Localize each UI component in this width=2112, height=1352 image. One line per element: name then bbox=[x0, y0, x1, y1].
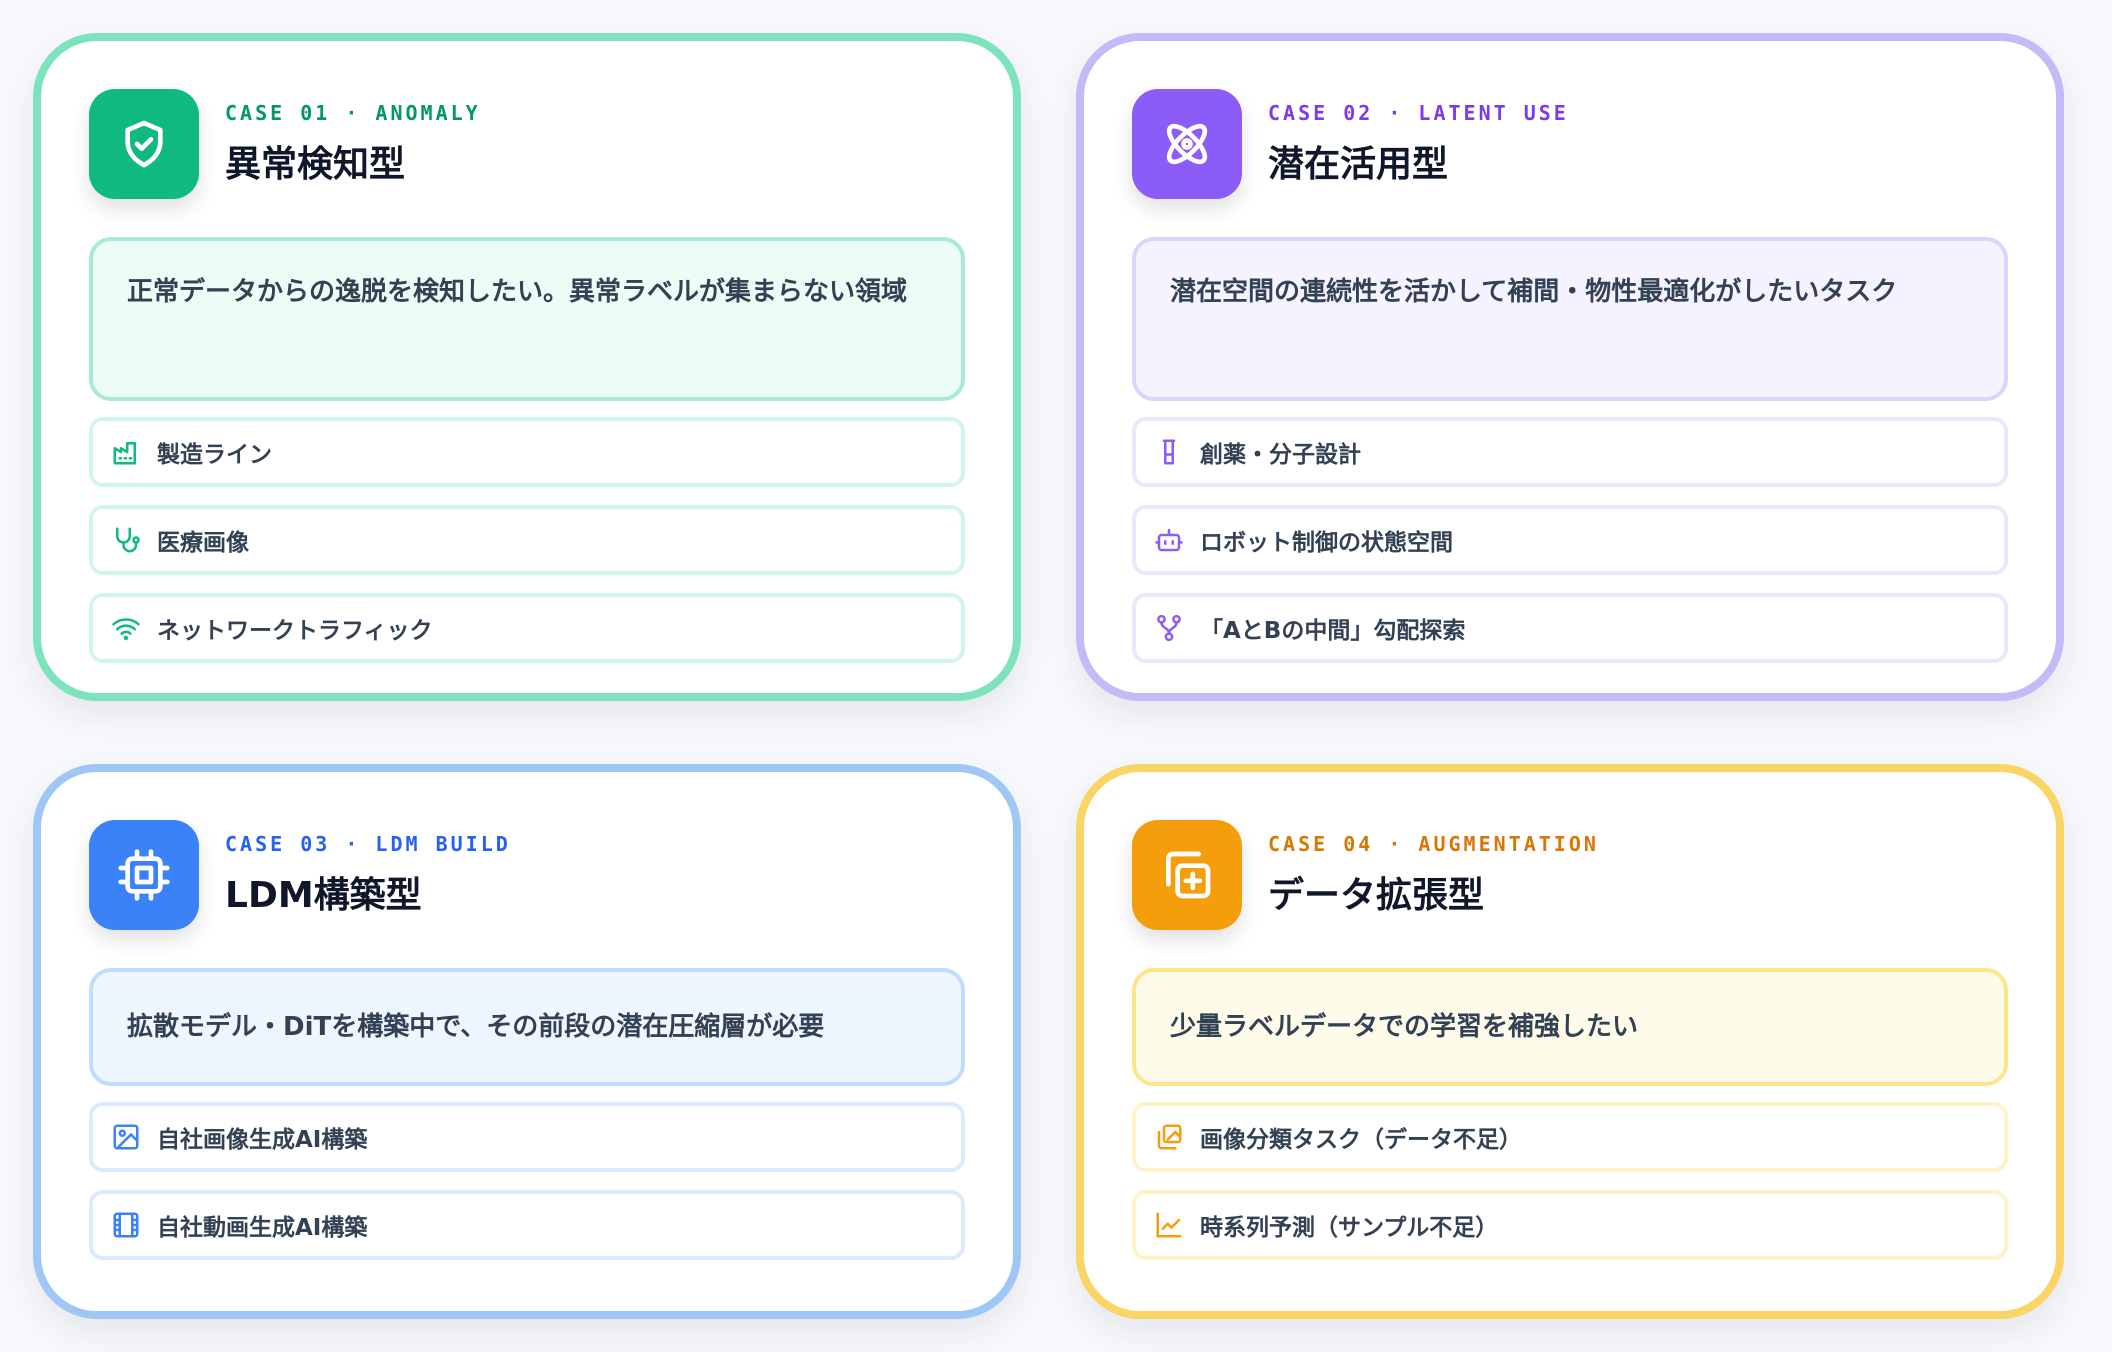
case-description: 正常データからの逸脱を検知したい。異常ラベルが集まらない領域 bbox=[89, 237, 965, 401]
image-icon bbox=[111, 1122, 141, 1152]
case-description: 潜在空間の連続性を活かして補間・物性最適化がしたいタスク bbox=[1132, 237, 2008, 401]
use-case-list: 自社画像生成AI構築 自社動画生成AI構築 bbox=[89, 1102, 965, 1278]
wifi-icon bbox=[111, 613, 141, 643]
use-case-item: 「AとBの中間」勾配探索 bbox=[1132, 593, 2008, 663]
case-title: 潜在活用型 bbox=[1268, 144, 1449, 185]
use-case-item: 創薬・分子設計 bbox=[1132, 417, 2008, 487]
case-card-latent: CASE 02 · LATENT USE 潜在活用型 潜在空間の連続性を活かして… bbox=[1076, 33, 2064, 701]
use-case-item: ロボット制御の状態空間 bbox=[1132, 505, 2008, 575]
card-header: CASE 01 · ANOMALY 異常検知型 bbox=[89, 89, 481, 199]
use-case-label: 画像分類タスク（データ不足） bbox=[1200, 1127, 1522, 1153]
robot-icon bbox=[1154, 525, 1184, 555]
use-case-label: 時系列予測（サンプル不足） bbox=[1200, 1215, 1499, 1241]
use-case-list: 創薬・分子設計 ロボット制御の状態空間 「AとBの中間」勾配探索 bbox=[1132, 417, 2008, 681]
card-header: CASE 02 · LATENT USE 潜在活用型 bbox=[1132, 89, 1569, 199]
use-case-label: 創薬・分子設計 bbox=[1200, 442, 1361, 468]
use-case-item: 医療画像 bbox=[89, 505, 965, 575]
case-kicker: CASE 04 · AUGMENTATION bbox=[1268, 832, 1599, 856]
card-header: CASE 04 · AUGMENTATION データ拡張型 bbox=[1132, 820, 1599, 930]
use-case-list: 画像分類タスク（データ不足） 時系列予測（サンプル不足） bbox=[1132, 1102, 2008, 1278]
stethoscope-icon bbox=[111, 525, 141, 555]
case-card-augmentation: CASE 04 · AUGMENTATION データ拡張型 少量ラベルデータでの… bbox=[1076, 764, 2064, 1319]
line-chart-icon bbox=[1154, 1210, 1184, 1240]
use-case-label: 医療画像 bbox=[157, 530, 249, 556]
use-case-label: 「AとBの中間」勾配探索 bbox=[1200, 618, 1466, 644]
case-kicker: CASE 03 · LDM BUILD bbox=[225, 832, 511, 856]
case-description: 少量ラベルデータでの学習を補強したい bbox=[1132, 968, 2008, 1086]
case-card-ldm-build: CASE 03 · LDM BUILD LDM構築型 拡散モデル・DiTを構築中… bbox=[33, 764, 1021, 1319]
shield-check-icon bbox=[89, 89, 199, 199]
atom-icon bbox=[1132, 89, 1242, 199]
case-description: 拡散モデル・DiTを構築中で、その前段の潜在圧縮層が必要 bbox=[89, 968, 965, 1086]
case-kicker: CASE 01 · ANOMALY bbox=[225, 101, 481, 125]
case-title: LDM構築型 bbox=[225, 875, 422, 916]
use-case-label: 自社動画生成AI構築 bbox=[157, 1215, 368, 1241]
case-card-anomaly: CASE 01 · ANOMALY 異常検知型 正常データからの逸脱を検知したい… bbox=[33, 33, 1021, 701]
case-title: データ拡張型 bbox=[1268, 875, 1485, 916]
use-case-label: ネットワークトラフィック bbox=[157, 618, 433, 644]
case-grid: CASE 01 · ANOMALY 異常検知型 正常データからの逸脱を検知したい… bbox=[0, 0, 2112, 1352]
use-case-label: 製造ライン bbox=[157, 442, 272, 468]
use-case-item: 画像分類タスク（データ不足） bbox=[1132, 1102, 2008, 1172]
images-icon bbox=[1154, 1122, 1184, 1152]
flask-icon bbox=[1154, 437, 1184, 467]
use-case-item: 時系列予測（サンプル不足） bbox=[1132, 1190, 2008, 1260]
chip-icon bbox=[89, 820, 199, 930]
use-case-item: 製造ライン bbox=[89, 417, 965, 487]
case-title: 異常検知型 bbox=[225, 144, 406, 185]
use-case-label: ロボット制御の状態空間 bbox=[1200, 530, 1453, 556]
use-case-list: 製造ライン 医療画像 ネットワークトラフィック bbox=[89, 417, 965, 681]
use-case-item: ネットワークトラフィック bbox=[89, 593, 965, 663]
git-merge-icon bbox=[1154, 613, 1184, 643]
use-case-item: 自社画像生成AI構築 bbox=[89, 1102, 965, 1172]
factory-icon bbox=[111, 437, 141, 467]
card-header: CASE 03 · LDM BUILD LDM構築型 bbox=[89, 820, 511, 930]
use-case-label: 自社画像生成AI構築 bbox=[157, 1127, 368, 1153]
copy-plus-icon bbox=[1132, 820, 1242, 930]
film-icon bbox=[111, 1210, 141, 1240]
use-case-item: 自社動画生成AI構築 bbox=[89, 1190, 965, 1260]
case-kicker: CASE 02 · LATENT USE bbox=[1268, 101, 1569, 125]
